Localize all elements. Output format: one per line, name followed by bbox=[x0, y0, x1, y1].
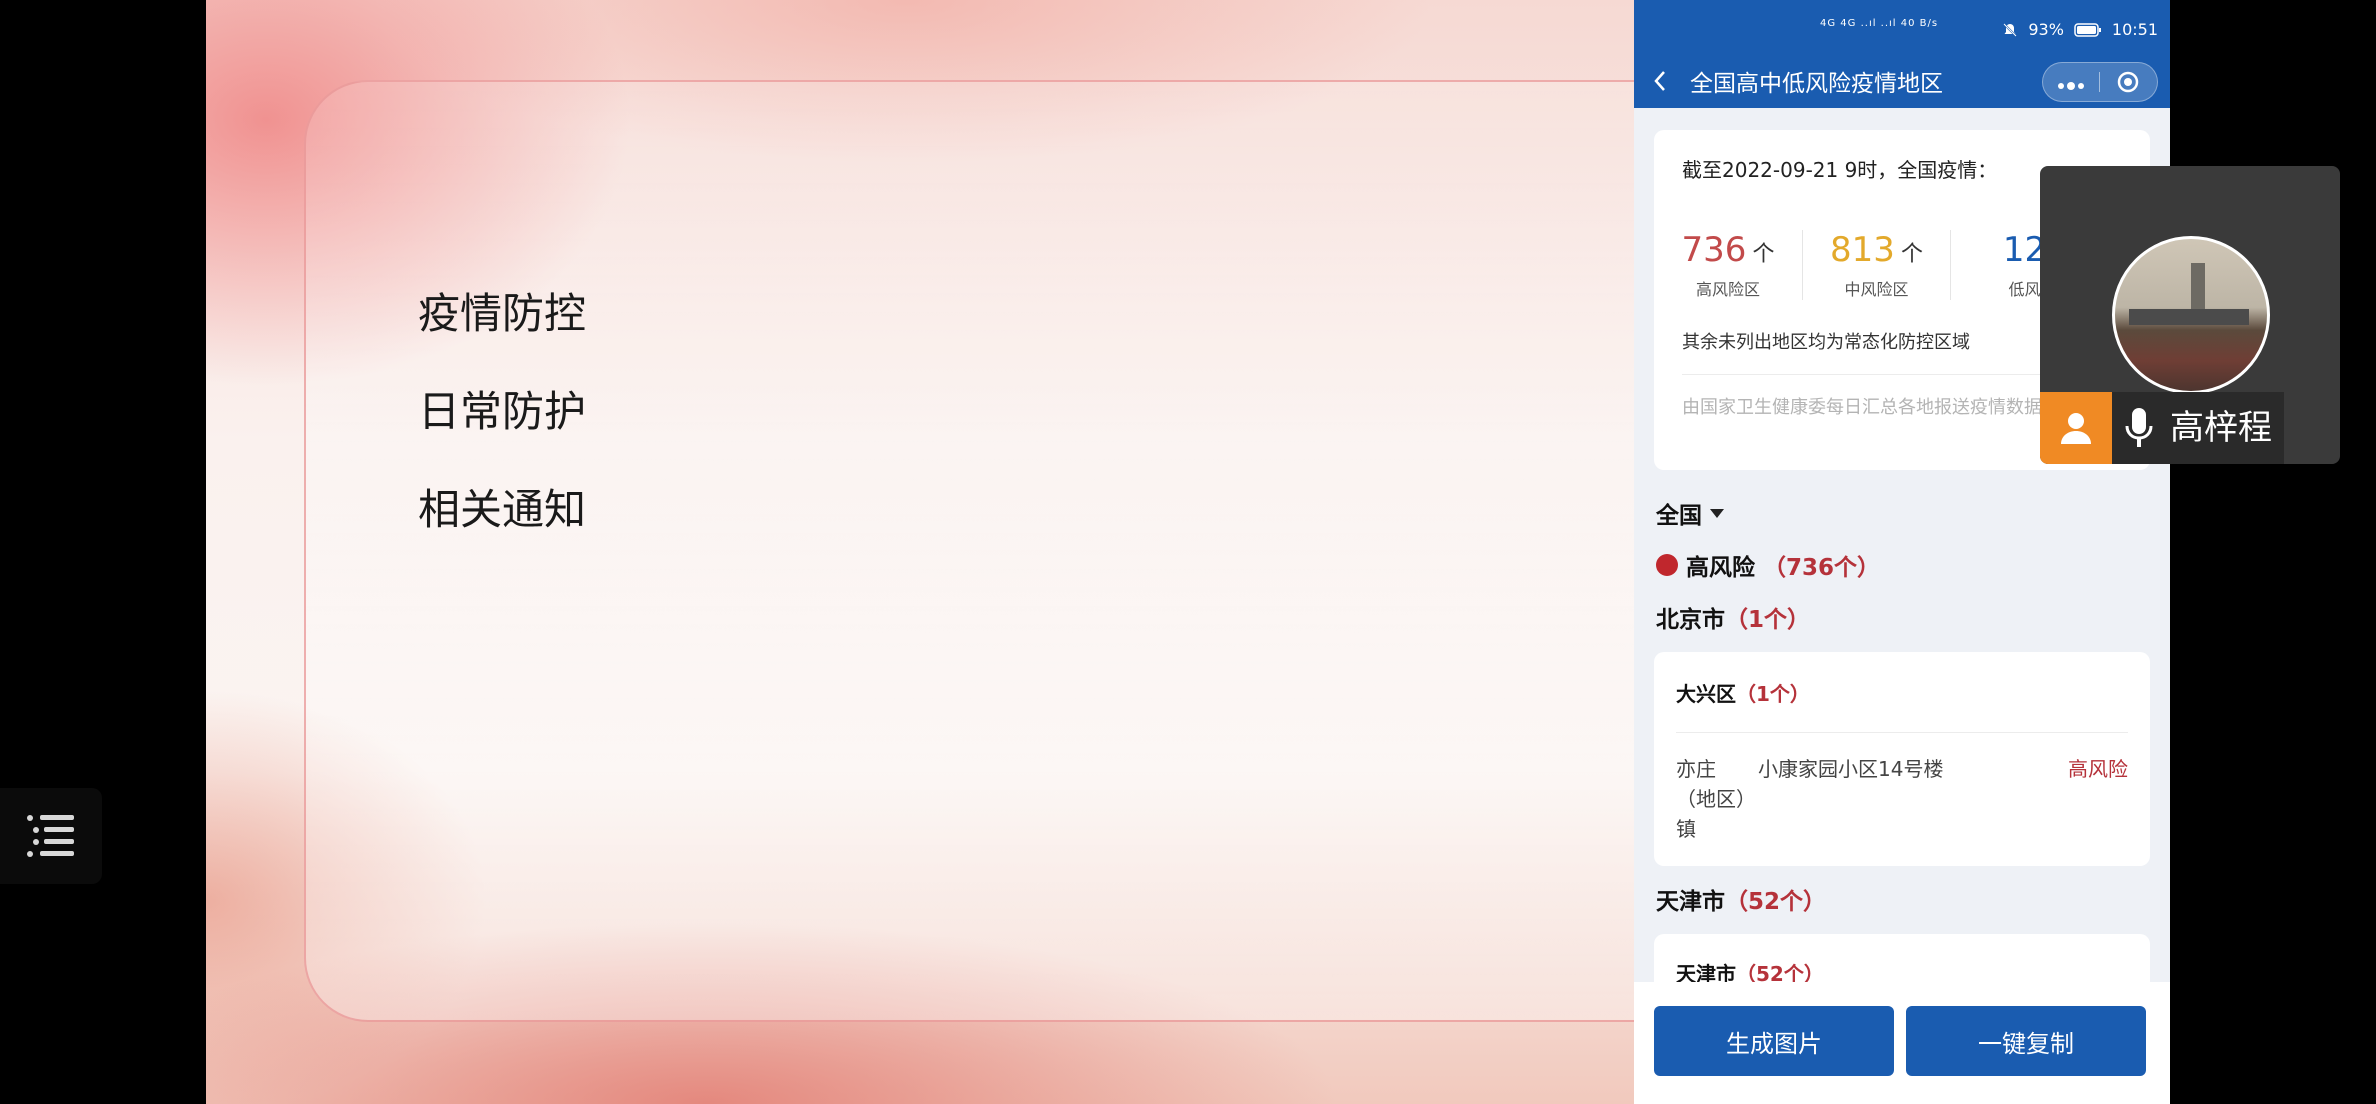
summary-note: 其余未列出地区均为常态化防控区域 bbox=[1682, 332, 1970, 353]
copy-all-button[interactable]: 一键复制 bbox=[1906, 1006, 2146, 1076]
person-icon bbox=[2040, 392, 2112, 464]
street-name: 亦庄（地区）镇 bbox=[1676, 757, 1746, 841]
bottom-action-bar: 生成图片 一键复制 bbox=[1634, 982, 2170, 1104]
stat-high-value: 736 bbox=[1681, 230, 1747, 270]
stat-medium-risk: 813 个 中风险区 bbox=[1802, 230, 1950, 300]
city-name: 天津市 bbox=[1656, 889, 1725, 915]
stat-medium-value: 813 bbox=[1830, 230, 1895, 270]
district-card-daxing: 大兴区（1个） 亦庄（地区）镇 小康家园小区14号楼 高风险 bbox=[1654, 652, 2150, 866]
stat-high-label: 高风险区 bbox=[1695, 280, 1760, 299]
presentation-slide bbox=[206, 0, 1634, 1104]
mute-bell-icon bbox=[2003, 22, 2018, 37]
floating-menu-button[interactable] bbox=[0, 788, 102, 884]
target-icon bbox=[2118, 71, 2139, 93]
region-dropdown[interactable]: 全国 bbox=[1656, 496, 1724, 530]
battery-percent: 93% bbox=[2028, 20, 2064, 39]
back-button[interactable] bbox=[1652, 66, 1668, 105]
stat-high-risk: 736 个 高风险区 bbox=[1654, 230, 1802, 300]
district-count: （1个） bbox=[1736, 682, 1810, 706]
summary-date: 截至2022-09-21 9时，全国疫情： bbox=[1682, 158, 1998, 182]
video-tile[interactable]: 高梓程 bbox=[2040, 166, 2340, 464]
status-bar: 4G 4G ..ıl ..ıl 40 B/s 93% 10:51 bbox=[1634, 0, 2170, 62]
city-heading-tianjin: 天津市（52个） bbox=[1656, 882, 1826, 916]
microphone-icon bbox=[2112, 392, 2166, 464]
participant-name: 高梓程 bbox=[2166, 392, 2284, 464]
slide-menu-item-daily-protection: 日常防护 bbox=[418, 387, 587, 436]
slide-menu-item-epidemic-control: 疫情防控 bbox=[418, 289, 587, 338]
page-title: 全国高中低风险疫情地区 bbox=[1690, 71, 1943, 97]
avatar-photo-detail bbox=[2129, 309, 2249, 325]
district-heading: 大兴区（1个） bbox=[1676, 678, 1810, 707]
clock: 10:51 bbox=[2111, 20, 2158, 39]
city-name: 北京市 bbox=[1656, 607, 1725, 633]
screen: 疫情防控 日常防护 相关通知 4G 4G ..ıl ..ıl 40 B/s 93… bbox=[0, 0, 2376, 1104]
close-miniprogram-button[interactable] bbox=[2100, 70, 2158, 94]
capsule-menu bbox=[2042, 62, 2158, 102]
caret-down-icon bbox=[1710, 508, 1724, 518]
list-menu-icon bbox=[27, 815, 74, 857]
city-count: （52个） bbox=[1725, 889, 1827, 915]
stat-medium-unit: 个 bbox=[1900, 242, 1923, 267]
summary-source: 由国家卫生健康委每日汇总各地报送疫情数据 bbox=[1682, 397, 2042, 418]
city-heading-beijing: 北京市（1个） bbox=[1656, 600, 1810, 634]
risk-level-tag: 高风险 bbox=[2068, 757, 2128, 781]
address: 小康家园小区14号楼 bbox=[1758, 757, 1944, 781]
stat-high-unit: 个 bbox=[1752, 242, 1775, 267]
slide-menu-item-notices: 相关通知 bbox=[418, 485, 587, 534]
risk-level-count: （736个） bbox=[1763, 555, 1881, 581]
more-button[interactable] bbox=[2043, 67, 2099, 97]
participant-avatar bbox=[2112, 236, 2270, 394]
slide-card bbox=[304, 80, 1634, 1022]
status-right: 93% 10:51 bbox=[2002, 20, 2158, 39]
slide-menu: 疫情防控 日常防护 相关通知 bbox=[418, 290, 586, 534]
stat-medium-label: 中风险区 bbox=[1844, 280, 1909, 299]
participant-name-tag: 高梓程 bbox=[2040, 392, 2284, 464]
city-count: （1个） bbox=[1725, 607, 1811, 633]
risk-dot-icon bbox=[1656, 554, 1678, 576]
risk-level-label: 高风险 bbox=[1686, 555, 1755, 581]
chevron-left-icon bbox=[1654, 71, 1665, 91]
battery-icon bbox=[2074, 22, 2101, 37]
generate-image-button[interactable]: 生成图片 bbox=[1654, 1006, 1894, 1076]
district-name: 大兴区 bbox=[1676, 682, 1736, 706]
divider bbox=[1676, 732, 2128, 733]
region-selected: 全国 bbox=[1656, 503, 1702, 529]
nav-bar: 全国高中低风险疫情地区 bbox=[1634, 62, 2170, 108]
risk-level-header: 高风险 （736个） bbox=[1656, 548, 1880, 582]
more-dots-icon bbox=[2057, 82, 2084, 90]
signal-indicator: 4G 4G ..ıl ..ıl 40 B/s bbox=[1820, 18, 1939, 29]
